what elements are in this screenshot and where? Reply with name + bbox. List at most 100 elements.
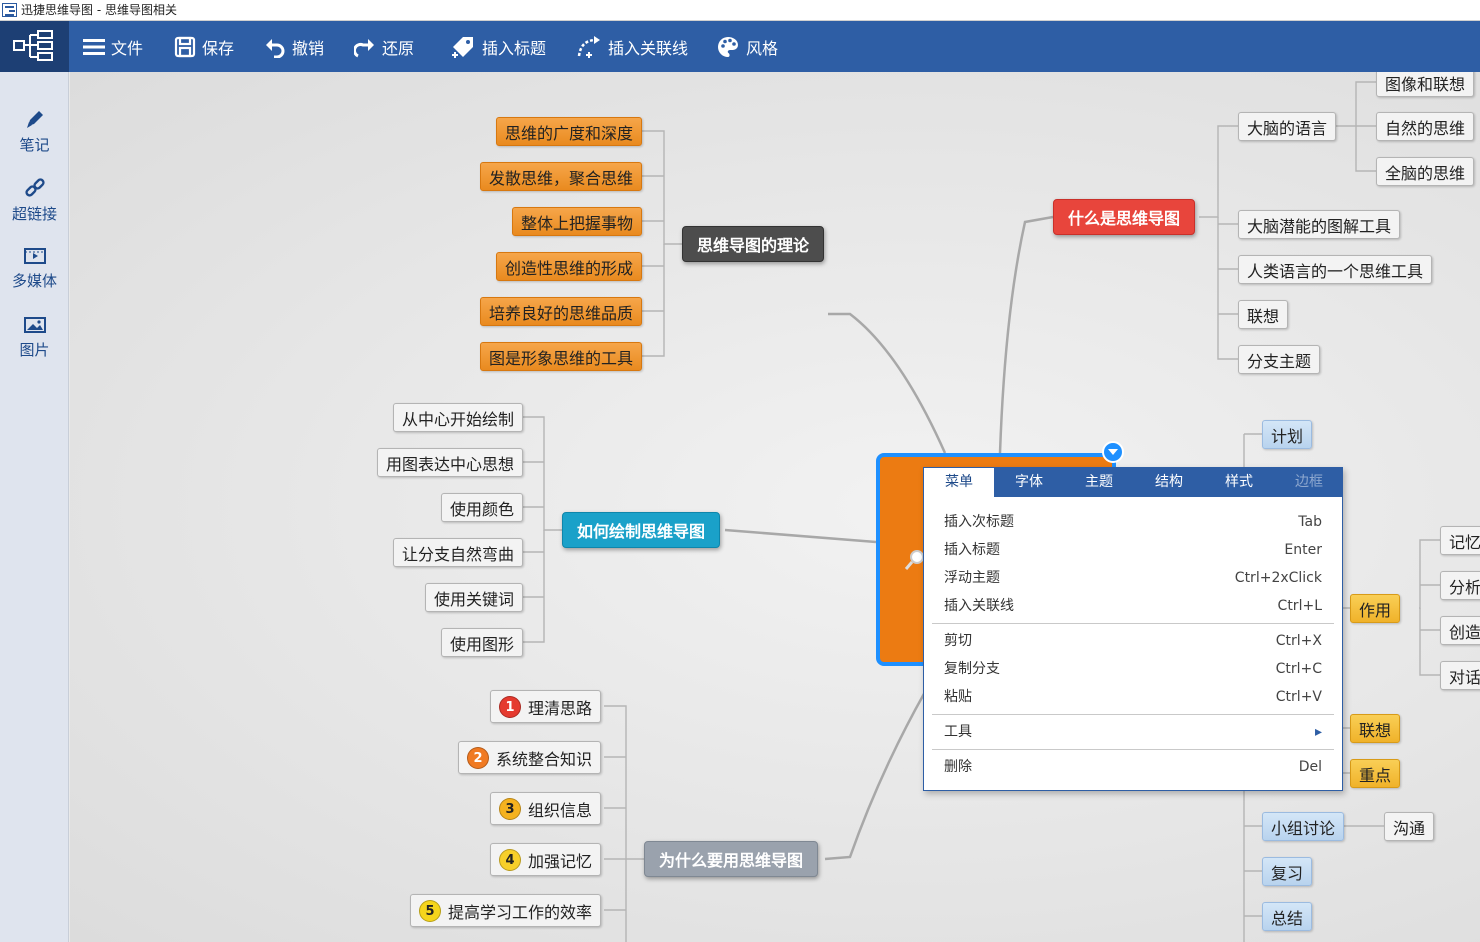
insert-relationship-button[interactable]: 插入关联线 (576, 21, 688, 72)
subtopic[interactable]: 联想 (1238, 300, 1289, 329)
tab-border[interactable]: 边框 (1274, 468, 1344, 497)
sidebar-item-label: 超链接 (11, 205, 57, 223)
menu-item-insert-subtopic[interactable]: 插入次标题 Tab (924, 509, 1342, 535)
subtopic-label: 系统整合知识 (496, 749, 593, 769)
subtopic[interactable]: 作用 (1350, 594, 1401, 623)
undo-label: 撤销 (292, 38, 325, 58)
subtopic[interactable]: 人类语言的一个思维工具 (1238, 255, 1433, 284)
topic-why[interactable]: 为什么要用思维导图 (644, 841, 819, 877)
subtopic[interactable]: 对话 (1440, 661, 1480, 690)
tab-style[interactable]: 样式 (1204, 468, 1274, 497)
subtopic[interactable]: 总结 (1262, 902, 1313, 931)
context-menu-tabs: 菜单 字体 主题 结构 样式 边框 (924, 468, 1342, 497)
insert-topic-label: 插入标题 (482, 38, 547, 58)
sidebar-item-image[interactable]: 图片 (0, 315, 69, 375)
subtopic[interactable]: 培养良好的思维品质 (480, 297, 643, 326)
subtopic[interactable]: 联想 (1350, 714, 1401, 743)
style-button[interactable]: 风格 (716, 21, 778, 72)
tab-theme[interactable]: 主题 (1064, 468, 1134, 497)
mindmap-logo-icon[interactable] (0, 21, 69, 72)
menu-separator (932, 623, 1334, 624)
subtopic[interactable]: 从中心开始绘制 (393, 403, 524, 432)
topic-howto[interactable]: 如何绘制思维导图 (562, 512, 721, 548)
subtopic[interactable]: 记忆 (1440, 526, 1480, 555)
file-menu-button[interactable]: 文件 (83, 21, 143, 72)
subtopic[interactable]: 发散思维，聚合思维 (480, 162, 643, 191)
subtopic[interactable]: 用图表达中心思想 (377, 448, 524, 477)
collapse-toggle-icon[interactable] (1102, 441, 1124, 463)
menu-item-shortcut: Ctrl+L (1277, 598, 1322, 614)
sidebar-item-label: 笔记 (19, 136, 50, 154)
subtopic[interactable]: 图像和联想 (1376, 72, 1475, 97)
menu-item-paste[interactable]: 粘贴 Ctrl+V (924, 684, 1342, 710)
menu-item-insert-topic[interactable]: 插入标题 Enter (924, 537, 1342, 563)
subtopic[interactable]: 使用图形 (441, 628, 524, 657)
menu-item-label: 复制分支 (944, 661, 1000, 677)
subtopic[interactable]: 使用颜色 (441, 493, 524, 522)
tab-structure[interactable]: 结构 (1134, 468, 1204, 497)
numbered-subtopic[interactable]: 1 理清思路 (490, 690, 602, 723)
subtopic[interactable]: 创造性思维的形成 (496, 252, 643, 281)
menu-item-insert-relationship[interactable]: 插入关联线 Ctrl+L (924, 593, 1342, 619)
menu-item-floating-topic[interactable]: 浮动主题 Ctrl+2xClick (924, 565, 1342, 591)
sidebar-item-hyperlink[interactable]: 超链接 (0, 177, 69, 237)
numbered-subtopic[interactable]: 4 加强记忆 (490, 843, 602, 876)
save-button[interactable]: 保存 (174, 21, 234, 72)
priority-5-icon: 5 (419, 899, 441, 922)
menu-item-shortcut: Tab (1298, 514, 1322, 530)
subtopic[interactable]: 分析 (1440, 571, 1480, 600)
menu-item-label: 插入标题 (944, 542, 1000, 558)
toolbar: 文件 保存 撤销 还原 插入标题 插入关联线 风格 (0, 21, 1480, 72)
pencil-icon (26, 111, 43, 128)
numbered-subtopic[interactable]: 5 提高学习工作的效率 (410, 894, 602, 927)
save-icon (174, 36, 196, 57)
numbered-subtopic[interactable]: 3 组织信息 (490, 792, 602, 825)
menu-item-shortcut: Ctrl+C (1275, 661, 1322, 677)
app-icon (2, 3, 17, 17)
menu-item-label: 工具 (944, 724, 972, 740)
subtopic[interactable]: 重点 (1350, 759, 1401, 788)
menu-item-label: 浮动主题 (944, 570, 1000, 586)
tab-font[interactable]: 字体 (994, 468, 1064, 497)
subtopic[interactable]: 整体上把握事物 (512, 207, 643, 236)
insert-topic-button[interactable]: 插入标题 (450, 21, 546, 72)
subtopic-label: 提高学习工作的效率 (448, 902, 593, 922)
subtopic[interactable]: 使用关键词 (425, 583, 524, 612)
sidebar-item-notes[interactable]: 笔记 (0, 108, 69, 168)
priority-4-icon: 4 (499, 848, 521, 871)
style-label: 风格 (746, 38, 779, 58)
redo-button[interactable]: 还原 (354, 21, 414, 72)
subtopic[interactable]: 图是形象思维的工具 (480, 342, 643, 371)
subtopic[interactable]: 自然的思维 (1376, 112, 1475, 141)
undo-button[interactable]: 撤销 (264, 21, 324, 72)
sidebar-item-multimedia[interactable]: 多媒体 (0, 246, 69, 306)
menu-item-label: 删除 (944, 759, 972, 775)
file-menu-label: 文件 (111, 38, 144, 58)
subtopic[interactable]: 小组讨论 (1262, 812, 1345, 841)
subtopic[interactable]: 沟通 (1384, 812, 1435, 841)
redo-label: 还原 (382, 38, 415, 58)
subtopic[interactable]: 分支主题 (1238, 345, 1321, 374)
menu-item-delete[interactable]: 删除 Del (924, 754, 1342, 780)
tab-menu[interactable]: 菜单 (924, 468, 994, 497)
subtopic[interactable]: 计划 (1262, 420, 1313, 449)
topic-theory[interactable]: 思维导图的理论 (682, 226, 825, 262)
menu-item-tools[interactable]: 工具 ▸ (924, 719, 1342, 745)
menu-item-cut[interactable]: 剪切 Ctrl+X (924, 628, 1342, 654)
menu-item-shortcut: Del (1298, 759, 1322, 775)
menu-item-shortcut: Enter (1284, 542, 1322, 558)
menu-item-label: 粘贴 (944, 689, 972, 705)
numbered-subtopic[interactable]: 2 系统整合知识 (458, 741, 602, 774)
topic-what[interactable]: 什么是思维导图 (1053, 199, 1196, 235)
insert-relationship-label: 插入关联线 (608, 38, 689, 58)
subtopic[interactable]: 全脑的思维 (1376, 157, 1475, 186)
subtopic[interactable]: 大脑的语言 (1238, 112, 1337, 141)
subtopic[interactable]: 让分支自然弯曲 (393, 538, 524, 567)
subtopic[interactable]: 复习 (1262, 857, 1313, 886)
palette-icon (718, 36, 738, 57)
subtopic[interactable]: 大脑潜能的图解工具 (1238, 210, 1401, 239)
subtopic[interactable]: 创造 (1440, 616, 1480, 645)
link-icon (24, 178, 45, 197)
subtopic[interactable]: 思维的广度和深度 (496, 117, 643, 146)
menu-item-copy-branch[interactable]: 复制分支 Ctrl+C (924, 656, 1342, 682)
